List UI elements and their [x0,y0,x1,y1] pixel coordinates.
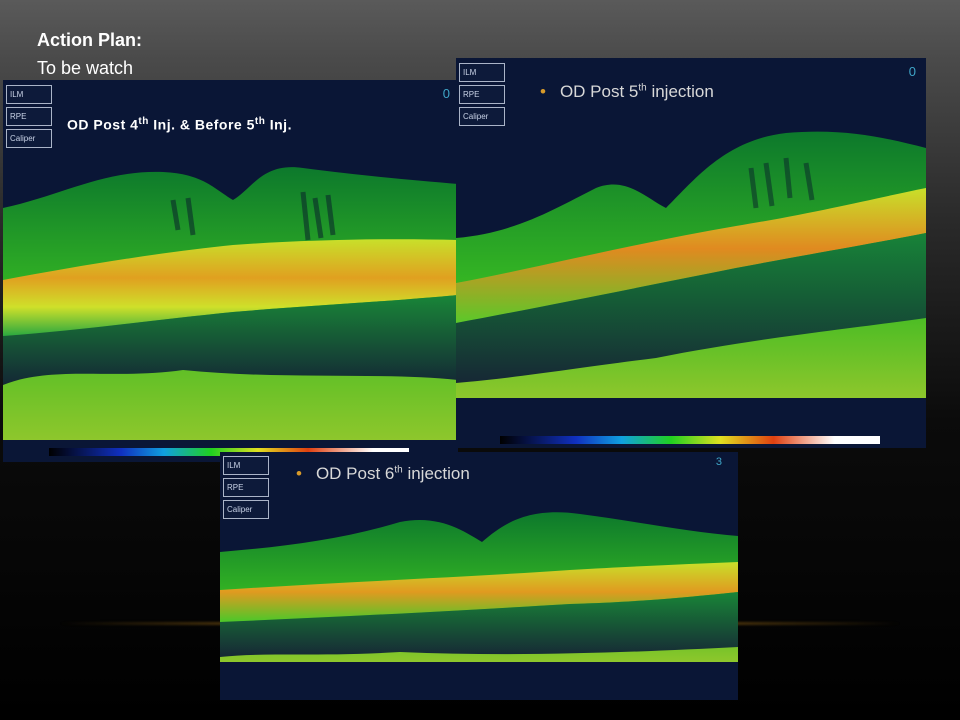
panel-3-label: • OD Post 6th injection [296,464,470,483]
rpe-button[interactable]: RPE [6,107,52,126]
bullet-icon: • [540,82,546,101]
caliper-button[interactable]: Caliper [223,500,269,519]
scale-number-1: 0 [442,86,450,101]
scale-number-3: 3 [715,456,722,468]
oct-scan-panel-1: ILM RPE Caliper 0 OD Post 4th Inj. & Bef… [3,80,458,462]
tool-buttons-1: ILM RPE Caliper [6,85,52,148]
ilm-button[interactable]: ILM [223,456,269,475]
ilm-button[interactable]: ILM [459,63,505,82]
intensity-colorbar-2 [500,436,880,444]
oct-scan-image-1 [3,167,458,441]
ilm-button[interactable]: ILM [6,85,52,104]
oct-scan-image-3 [220,512,738,662]
oct-scan-panel-3: ILM RPE Caliper 3 • OD Post 6th injection [220,452,738,700]
action-plan-title: Action Plan: [37,30,143,50]
caliper-button[interactable]: Caliper [459,107,505,126]
scale-number-2: 0 [908,64,916,79]
tool-buttons-3: ILM RPE Caliper [223,456,269,519]
oct-scan-panel-2: ILM RPE Caliper 0 • OD Post 5th injection [456,58,926,448]
rpe-button[interactable]: RPE [223,478,269,497]
caliper-button[interactable]: Caliper [6,129,52,148]
rpe-button[interactable]: RPE [459,85,505,104]
panel-2-label: • OD Post 5th injection [540,82,714,101]
bullet-icon: • [296,464,302,483]
oct-scan-image-2 [456,131,926,398]
action-plan-subtitle: To be watch [37,58,134,78]
tool-buttons-2: ILM RPE Caliper [459,63,505,126]
panel-1-label: OD Post 4th Inj. & Before 5th Inj. [67,116,292,133]
